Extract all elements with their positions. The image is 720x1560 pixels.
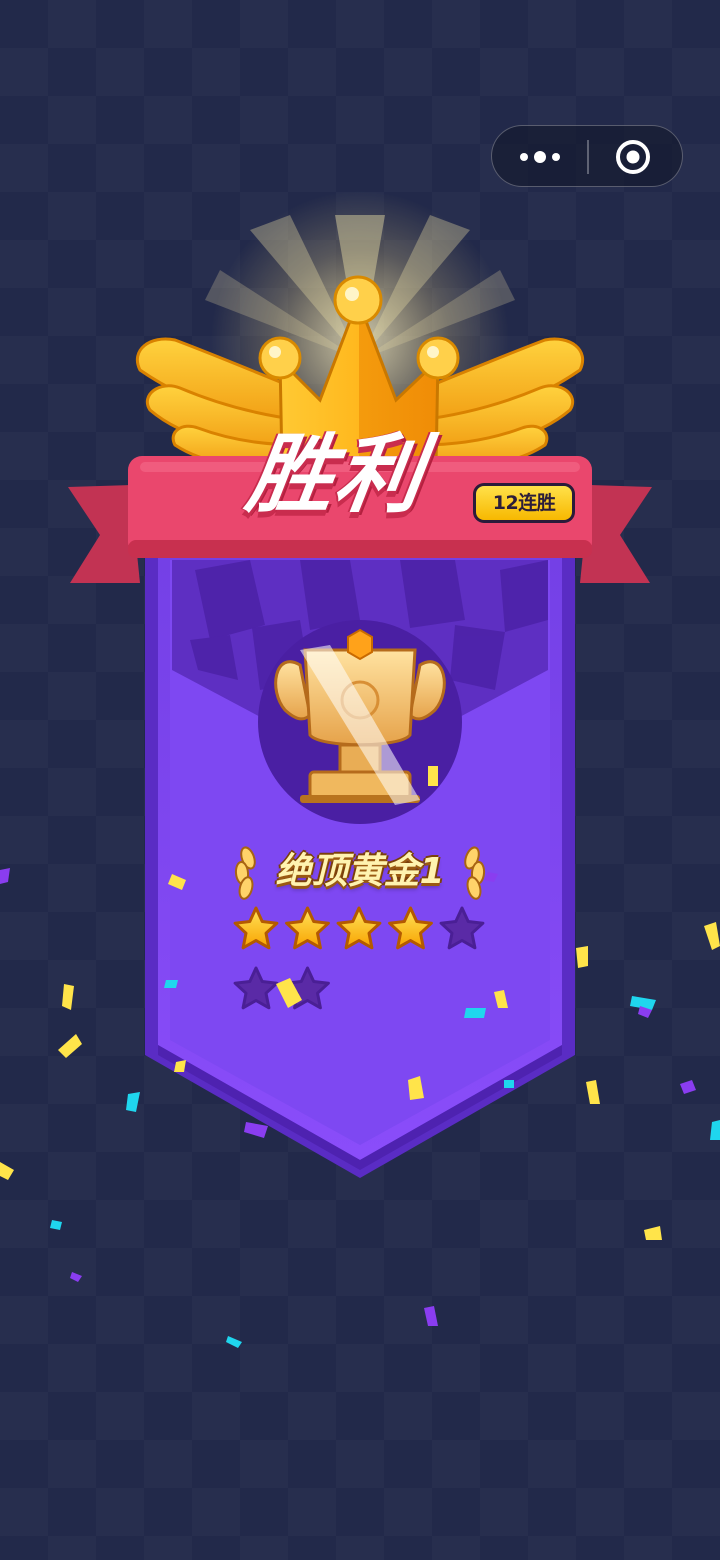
win-streak-label: 12连胜 bbox=[476, 486, 572, 520]
capsule-divider bbox=[587, 140, 589, 174]
victory-title: 胜利 bbox=[240, 425, 432, 525]
victory-scene bbox=[0, 190, 720, 1348]
rank-name: 绝顶黄金1 bbox=[275, 851, 445, 892]
win-streak-badge: 12连胜 bbox=[473, 483, 575, 523]
target-close-icon[interactable] bbox=[614, 138, 652, 176]
mini-program-capsule bbox=[491, 125, 683, 187]
more-dots-icon[interactable] bbox=[514, 141, 566, 173]
